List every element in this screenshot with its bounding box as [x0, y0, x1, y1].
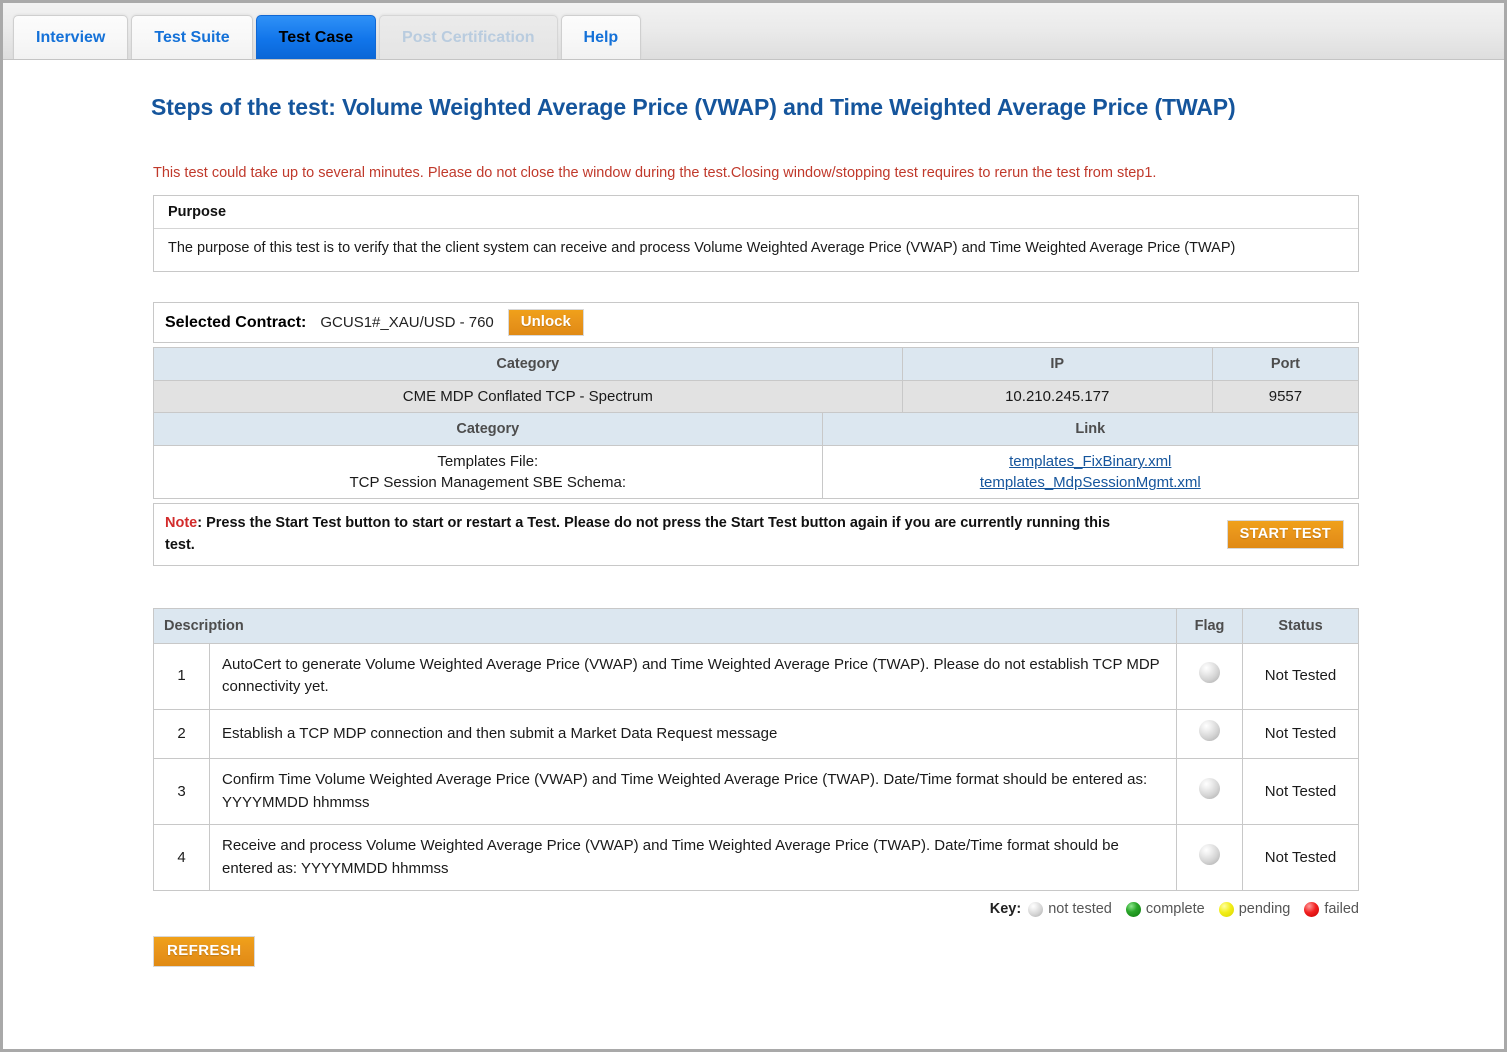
- cell-step-status: Not Tested: [1243, 825, 1359, 891]
- header-flag: Flag: [1177, 608, 1243, 643]
- selected-contract-label: Selected Contract:: [165, 314, 306, 332]
- key-item-not-tested: not tested: [1028, 901, 1112, 917]
- table-row: 2 Establish a TCP MDP connection and the…: [154, 709, 1359, 759]
- key-label: Key:: [990, 901, 1021, 917]
- header-port: Port: [1212, 348, 1358, 381]
- cell-sbe-schema-link: templates_MdpSessionMgmt.xml: [822, 472, 1358, 499]
- tab-test-case[interactable]: Test Case: [256, 15, 376, 59]
- cell-step-number: 3: [154, 759, 210, 825]
- table-row: CME MDP Conflated TCP - Spectrum 10.210.…: [154, 381, 1359, 413]
- application-window: Interview Test Suite Test Case Post Cert…: [0, 0, 1507, 1052]
- table-row: TCP Session Management SBE Schema: templ…: [154, 472, 1359, 499]
- header-description: Description: [154, 608, 1177, 643]
- note-colon: :: [197, 515, 206, 531]
- cell-templates-file-link: templates_FixBinary.xml: [822, 446, 1358, 473]
- purpose-panel: Purpose The purpose of this test is to v…: [153, 195, 1359, 272]
- status-orb-not-tested-icon: [1199, 844, 1220, 865]
- cell-step-status: Not Tested: [1243, 759, 1359, 825]
- tab-test-suite[interactable]: Test Suite: [131, 15, 252, 59]
- gray-orb-icon: [1028, 902, 1043, 917]
- key-item-label: pending: [1239, 901, 1291, 917]
- tab-bar: Interview Test Suite Test Case Post Cert…: [3, 3, 1504, 60]
- cell-ip: 10.210.245.177: [902, 381, 1212, 413]
- cell-port: 9557: [1212, 381, 1358, 413]
- header-link: Link: [822, 413, 1358, 446]
- start-test-button[interactable]: START TEST: [1227, 520, 1344, 550]
- cell-step-status: Not Tested: [1243, 709, 1359, 759]
- header-category: Category: [154, 348, 903, 381]
- cell-step-flag: [1177, 825, 1243, 891]
- key-item-complete: complete: [1126, 901, 1205, 917]
- cell-step-description: AutoCert to generate Volume Weighted Ave…: [210, 643, 1177, 709]
- note-bar: Note: Press the Start Test button to sta…: [153, 503, 1359, 566]
- cell-templates-file-label: Templates File:: [154, 446, 823, 473]
- cell-step-number: 4: [154, 825, 210, 891]
- page-title: Steps of the test: Volume Weighted Avera…: [151, 94, 1504, 121]
- page-content: Steps of the test: Volume Weighted Avera…: [3, 94, 1504, 967]
- steps-table: Description Flag Status 1 AutoCert to ge…: [153, 608, 1359, 892]
- unlock-button[interactable]: Unlock: [508, 309, 584, 336]
- selected-contract-value: GCUS1#_XAU/USD - 760: [320, 314, 493, 331]
- table-row: 1 AutoCert to generate Volume Weighted A…: [154, 643, 1359, 709]
- tab-label: Test Suite: [154, 29, 229, 47]
- cell-category: CME MDP Conflated TCP - Spectrum: [154, 381, 903, 413]
- table-header-row: Category IP Port: [154, 348, 1359, 381]
- purpose-body: The purpose of this test is to verify th…: [154, 229, 1358, 271]
- connection-table: Category IP Port CME MDP Conflated TCP -…: [153, 347, 1359, 413]
- note-text: Note: Press the Start Test button to sta…: [165, 512, 1115, 557]
- table-header-row: Category Link: [154, 413, 1359, 446]
- cell-step-number: 2: [154, 709, 210, 759]
- key-item-label: complete: [1146, 901, 1205, 917]
- tab-help[interactable]: Help: [561, 15, 642, 59]
- green-orb-icon: [1126, 902, 1141, 917]
- tab-label: Post Certification: [402, 29, 534, 47]
- cell-step-flag: [1177, 759, 1243, 825]
- tab-interview[interactable]: Interview: [13, 15, 128, 59]
- table-row: 3 Confirm Time Volume Weighted Average P…: [154, 759, 1359, 825]
- cell-step-status: Not Tested: [1243, 643, 1359, 709]
- header-category: Category: [154, 413, 823, 446]
- cell-sbe-schema-label: TCP Session Management SBE Schema:: [154, 472, 823, 499]
- key-item-label: failed: [1324, 901, 1359, 917]
- table-header-row: Description Flag Status: [154, 608, 1359, 643]
- tab-label: Interview: [36, 29, 105, 47]
- status-key-legend: Key: not tested complete pending failed: [153, 901, 1359, 917]
- red-orb-icon: [1304, 902, 1319, 917]
- header-status: Status: [1243, 608, 1359, 643]
- tab-label: Test Case: [279, 29, 353, 47]
- link-templates-mdpsessionmgmt[interactable]: templates_MdpSessionMgmt.xml: [980, 474, 1201, 491]
- cell-step-flag: [1177, 709, 1243, 759]
- cell-step-description: Confirm Time Volume Weighted Average Pri…: [210, 759, 1177, 825]
- header-ip: IP: [902, 348, 1212, 381]
- cell-step-flag: [1177, 643, 1243, 709]
- note-body: Press the Start Test button to start or …: [165, 515, 1110, 553]
- cell-step-description: Receive and process Volume Weighted Aver…: [210, 825, 1177, 891]
- key-item-label: not tested: [1048, 901, 1112, 917]
- tab-post-certification: Post Certification: [379, 15, 557, 59]
- table-row: Templates File: templates_FixBinary.xml: [154, 446, 1359, 473]
- purpose-heading: Purpose: [154, 196, 1358, 229]
- status-orb-not-tested-icon: [1199, 720, 1220, 741]
- links-table: Category Link Templates File: templates_…: [153, 412, 1359, 499]
- tab-label: Help: [584, 29, 619, 47]
- key-item-pending: pending: [1219, 901, 1291, 917]
- refresh-button[interactable]: REFRESH: [153, 936, 255, 967]
- selected-contract-bar: Selected Contract: GCUS1#_XAU/USD - 760 …: [153, 302, 1359, 343]
- link-templates-fixbinary[interactable]: templates_FixBinary.xml: [1009, 453, 1171, 470]
- status-orb-not-tested-icon: [1199, 778, 1220, 799]
- cell-step-number: 1: [154, 643, 210, 709]
- key-item-failed: failed: [1304, 901, 1359, 917]
- warning-notice: This test could take up to several minut…: [153, 165, 1504, 181]
- note-prefix: Note: [165, 515, 197, 531]
- status-orb-not-tested-icon: [1199, 662, 1220, 683]
- cell-step-description: Establish a TCP MDP connection and then …: [210, 709, 1177, 759]
- yellow-orb-icon: [1219, 902, 1234, 917]
- table-row: 4 Receive and process Volume Weighted Av…: [154, 825, 1359, 891]
